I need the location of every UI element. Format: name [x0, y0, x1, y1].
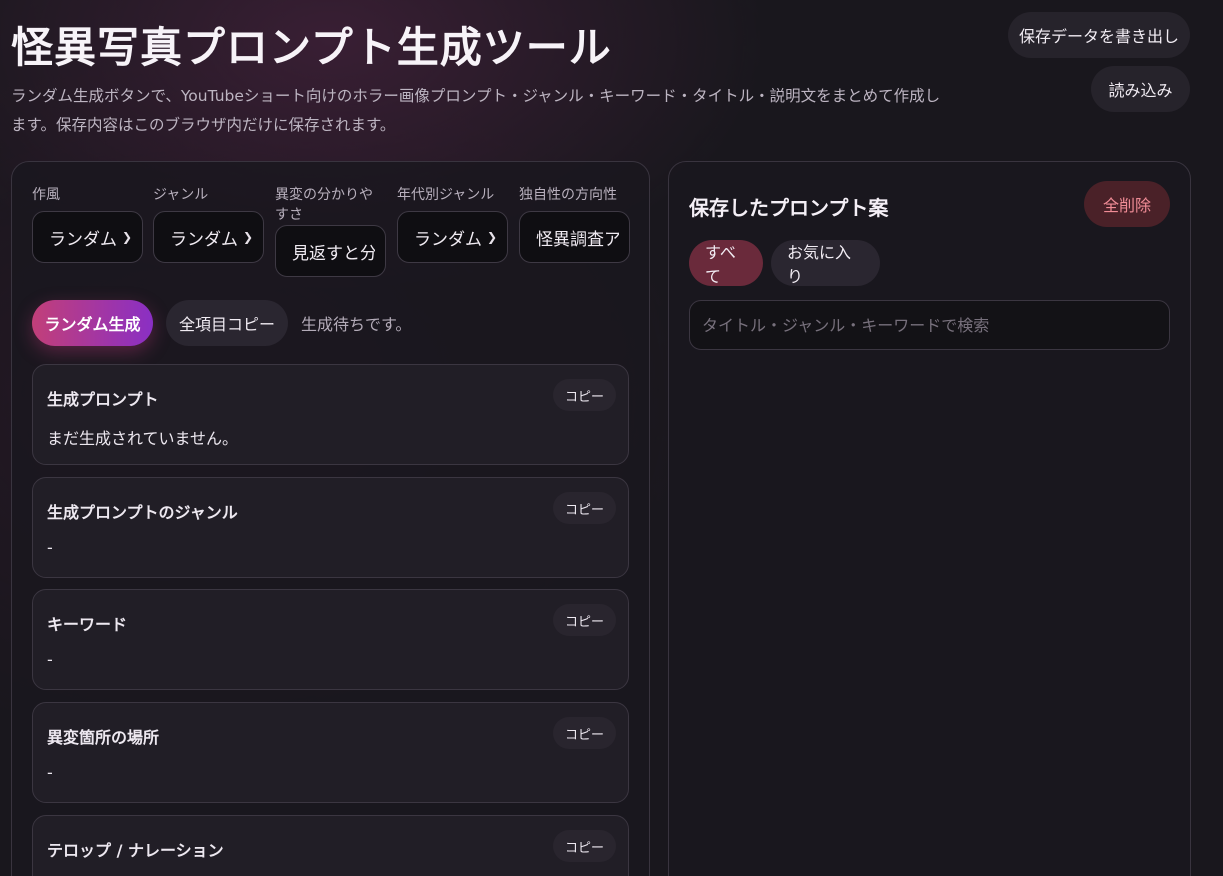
direction-select[interactable]: 怪異調査ア	[519, 211, 630, 263]
genre-select[interactable]: ランダム ❯	[153, 211, 264, 263]
card-title: 生成プロンプト	[47, 390, 159, 409]
page-title: 怪異写真プロンプト生成ツール	[11, 23, 612, 72]
card-body: -	[47, 763, 53, 782]
field-clarity: 異変の分かりやすさ 見返すと分	[275, 185, 386, 277]
era-select[interactable]: ランダム ❯	[397, 211, 508, 263]
select-value: 怪異調査ア	[536, 229, 619, 250]
select-value: 見返すと分	[292, 243, 375, 264]
result-card-keywords: キーワード コピー -	[32, 589, 629, 690]
action-row: ランダム生成 全項目コピー 生成待ちです。	[32, 300, 411, 346]
card-body: -	[47, 650, 53, 669]
copy-all-button[interactable]: 全項目コピー	[166, 300, 288, 346]
result-card-genre: 生成プロンプトのジャンル コピー -	[32, 477, 629, 578]
style-select[interactable]: ランダム ❯	[32, 211, 143, 263]
copy-button[interactable]: コピー	[552, 604, 616, 636]
field-label: 異変の分かりやすさ	[275, 187, 373, 223]
random-generate-button[interactable]: ランダム生成	[32, 300, 153, 346]
copy-button[interactable]: コピー	[552, 830, 616, 862]
chevron-down-icon: ❯	[242, 230, 253, 244]
select-value: ランダム	[170, 229, 238, 250]
result-card-narration: テロップ / ナレーション コピー	[32, 815, 629, 876]
field-label: ジャンル	[153, 187, 209, 203]
export-button[interactable]: 保存データを書き出し	[1008, 12, 1190, 58]
chevron-down-icon: ❯	[486, 230, 497, 244]
select-value: ランダム	[414, 229, 482, 250]
field-style: 作風 ランダム ❯	[32, 185, 143, 263]
field-label: 年代別ジャンル	[397, 187, 495, 203]
card-title: 異変箇所の場所	[47, 728, 160, 747]
card-title: テロップ / ナレーション	[47, 841, 224, 860]
select-value: ランダム	[49, 229, 117, 250]
card-body: まだ生成されていません。	[47, 429, 239, 448]
field-era: 年代別ジャンル ランダム ❯	[397, 185, 508, 263]
copy-button[interactable]: コピー	[552, 379, 616, 411]
status-text: 生成待ちです。	[301, 315, 412, 334]
import-button[interactable]: 読み込み	[1091, 66, 1190, 112]
card-title: 生成プロンプトのジャンル	[47, 503, 238, 522]
saved-panel: 保存したプロンプト案 全削除 すべて お気に入り	[668, 161, 1191, 876]
field-genre: ジャンル ランダム ❯	[153, 185, 264, 263]
clarity-select[interactable]: 見返すと分	[275, 225, 386, 277]
field-label: 作風	[32, 187, 60, 203]
clear-all-button[interactable]: 全削除	[1084, 181, 1170, 227]
search-input[interactable]	[689, 300, 1170, 350]
chevron-down-icon: ❯	[121, 230, 132, 244]
field-label: 独自性の方向性	[519, 187, 617, 203]
tab-all[interactable]: すべて	[689, 240, 763, 286]
copy-button[interactable]: コピー	[552, 717, 616, 749]
card-title: キーワード	[47, 615, 128, 634]
copy-button[interactable]: コピー	[552, 492, 616, 524]
field-direction: 独自性の方向性 怪異調査ア	[519, 185, 630, 263]
card-body: -	[47, 538, 53, 557]
result-card-anomaly-location: 異変箇所の場所 コピー -	[32, 702, 629, 803]
saved-title: 保存したプロンプト案	[689, 196, 889, 220]
tab-favorites[interactable]: お気に入り	[771, 240, 880, 286]
filter-tabs: すべて お気に入り	[689, 240, 880, 286]
generator-panel: 作風 ランダム ❯ ジャンル ランダム ❯ 異変の分かりやすさ 見返すと分 年代…	[11, 161, 650, 876]
page-description: ランダム生成ボタンで、YouTubeショート向けのホラー画像プロンプト・ジャンル…	[11, 87, 941, 134]
result-card-prompt: 生成プロンプト コピー まだ生成されていません。	[32, 364, 629, 465]
